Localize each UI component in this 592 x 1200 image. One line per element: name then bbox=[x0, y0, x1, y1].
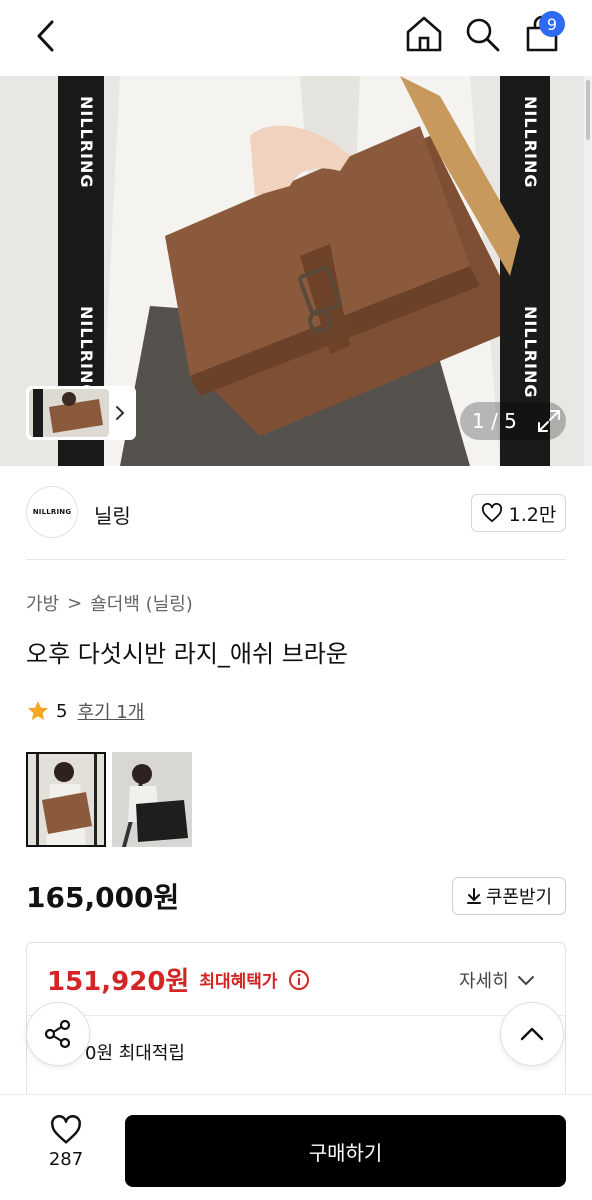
buy-label: 구매하기 bbox=[308, 1140, 383, 1165]
breadcrumb-category[interactable]: 가방 bbox=[26, 590, 59, 616]
chevron-right-icon bbox=[109, 389, 131, 437]
buy-button[interactable]: 구매하기 bbox=[125, 1115, 566, 1187]
best-price-label: 최대혜택가 bbox=[199, 972, 278, 992]
breadcrumb: 가방 > 숄더백 (닐링) bbox=[26, 590, 193, 616]
best-price-amount: 151,920원 bbox=[47, 967, 190, 997]
best-price-row: 151,920원 최대혜택가 bbox=[47, 961, 310, 998]
breadcrumb-separator: > bbox=[67, 592, 83, 614]
wishlist-button[interactable]: 287 bbox=[30, 1115, 102, 1185]
product-title: 오후 다섯시반 라지_애쉬 브라운 bbox=[26, 640, 348, 668]
cart-count-badge: 9 bbox=[539, 11, 565, 37]
pager-text: 1 / 5 bbox=[472, 409, 517, 433]
back-button[interactable] bbox=[26, 16, 66, 56]
star-icon bbox=[28, 701, 48, 720]
strap-text-right: NILLRING bbox=[521, 96, 540, 189]
info-icon[interactable] bbox=[288, 969, 310, 991]
heart-icon bbox=[51, 1115, 81, 1144]
home-button[interactable] bbox=[402, 12, 446, 56]
breadcrumb-subcategory[interactable]: 숄더백 (닐링) bbox=[90, 590, 193, 616]
download-icon bbox=[466, 888, 481, 904]
image-pager[interactable]: 1 / 5 bbox=[460, 402, 566, 440]
expand-icon bbox=[537, 410, 560, 432]
strap-text-left-2: NILLRING bbox=[77, 306, 96, 399]
coupon-button[interactable]: 쿠폰받기 bbox=[452, 877, 566, 915]
brand-name[interactable]: 닐링 bbox=[94, 500, 131, 529]
bottom-action-bar: 287 구매하기 bbox=[0, 1094, 592, 1200]
option-thumbnail-brown[interactable] bbox=[26, 752, 106, 847]
detail-label: 자세히 bbox=[459, 971, 509, 992]
strap-text-right-2: NILLRING bbox=[521, 306, 540, 399]
image-gallery-toggle[interactable] bbox=[26, 386, 136, 440]
wishlist-count: 287 bbox=[48, 1149, 84, 1170]
color-options bbox=[26, 752, 192, 847]
share-button[interactable] bbox=[26, 1002, 90, 1066]
share-icon bbox=[44, 1019, 71, 1049]
product-price: 165,000원 bbox=[26, 881, 180, 914]
heart-icon bbox=[481, 503, 502, 523]
benefit-card: 151,920원 최대혜택가 자세히 0원 최대적립 bbox=[26, 942, 567, 1102]
brand-like-button[interactable]: 1.2만 bbox=[471, 494, 566, 532]
divider bbox=[26, 559, 566, 560]
brand-logo[interactable]: NILLRING bbox=[26, 486, 78, 538]
brand-logo-text: NILLRING bbox=[32, 508, 72, 516]
gallery-thumbnail bbox=[29, 389, 109, 437]
top-nav-bar: 9 bbox=[0, 0, 592, 76]
scroll-to-top-button[interactable] bbox=[500, 1002, 564, 1066]
option-thumbnail-black[interactable] bbox=[112, 752, 192, 847]
search-icon bbox=[466, 18, 500, 52]
coupon-label: 쿠폰받기 bbox=[485, 887, 553, 908]
rating-row: 5 후기 1개 bbox=[26, 698, 144, 724]
rating-score: 5 bbox=[56, 700, 68, 722]
search-button[interactable] bbox=[460, 12, 504, 56]
scrollbar-thumb[interactable] bbox=[586, 80, 590, 140]
chevron-left-icon bbox=[37, 20, 54, 52]
chevron-down-icon bbox=[517, 976, 534, 986]
detail-toggle[interactable]: 자세히 bbox=[459, 967, 535, 993]
home-icon bbox=[406, 16, 442, 52]
chevron-up-icon bbox=[520, 1027, 544, 1041]
strap-text-left: NILLRING bbox=[77, 96, 96, 189]
brand-row: NILLRING 닐링 1.2만 bbox=[26, 486, 566, 540]
points-text: 0원 최대적립 bbox=[85, 1043, 185, 1064]
review-link[interactable]: 후기 1개 bbox=[77, 698, 144, 724]
divider bbox=[27, 1015, 567, 1016]
brand-like-count: 1.2만 bbox=[508, 503, 557, 526]
